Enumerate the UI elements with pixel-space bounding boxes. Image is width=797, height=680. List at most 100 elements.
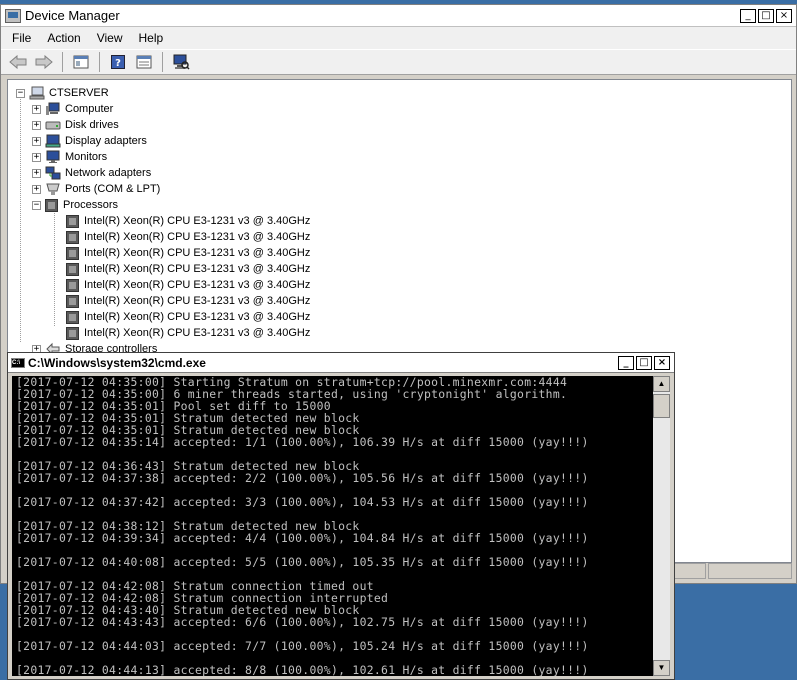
expand-toggle[interactable]: + [32, 184, 41, 194]
cmd-titlebar[interactable]: C:\ C:\Windows\system32\cmd.exe _ □ × [8, 353, 674, 373]
toolbar-separator [62, 52, 63, 72]
console-line: [2017-07-12 04:39:34] accepted: 4/4 (100… [16, 531, 589, 545]
close-button[interactable]: × [776, 9, 792, 23]
back-button[interactable] [7, 52, 29, 72]
scan-hardware-button[interactable] [170, 52, 192, 72]
console-lines: [2017-07-12 04:35:00] Starting Stratum o… [12, 376, 654, 676]
menu-file[interactable]: File [7, 29, 36, 47]
tree-category-processors[interactable]: − Processors [16, 197, 310, 213]
tree-category-display-adapters[interactable]: + Display adapters [16, 133, 310, 149]
console-line: [2017-07-12 04:44:03] accepted: 7/7 (100… [16, 639, 589, 653]
toolbar-separator [162, 52, 163, 72]
tree-item-processor[interactable]: Intel(R) Xeon(R) CPU E3-1231 v3 @ 3.40GH… [16, 277, 310, 293]
menu-bar: File Action View Help [1, 27, 796, 49]
expand-toggle[interactable]: + [32, 136, 41, 146]
computer-icon [46, 102, 60, 115]
console-output[interactable]: [2017-07-12 04:35:00] Starting Stratum o… [12, 376, 654, 676]
minimize-button[interactable]: _ [618, 356, 634, 370]
category-label: Display adapters [65, 135, 147, 147]
device-tree: − CTSERVER + Computer + Disk drives + Di… [16, 85, 310, 357]
menu-view[interactable]: View [92, 29, 128, 47]
tree-category-network-adapters[interactable]: + Network adapters [16, 165, 310, 181]
console-line: [2017-07-12 04:37:38] accepted: 2/2 (100… [16, 471, 589, 485]
console-line: [2017-07-12 04:43:43] accepted: 6/6 (100… [16, 615, 589, 629]
menu-action[interactable]: Action [42, 29, 85, 47]
tree-item-processor[interactable]: Intel(R) Xeon(R) CPU E3-1231 v3 @ 3.40GH… [16, 293, 310, 309]
toolbar: ? [1, 49, 796, 75]
forward-arrow-icon [35, 55, 53, 69]
computer-icon [29, 86, 45, 100]
disk-drive-icon [45, 121, 61, 130]
scroll-up-button[interactable]: ▲ [653, 376, 670, 392]
network-adapter-icon [45, 166, 61, 180]
maximize-button[interactable]: □ [758, 9, 774, 23]
back-arrow-icon [9, 55, 27, 69]
console-line: [2017-07-12 04:40:08] accepted: 5/5 (100… [16, 555, 589, 569]
tree-category-disk-drives[interactable]: + Disk drives [16, 117, 310, 133]
device-manager-titlebar[interactable]: Device Manager _ □ × [1, 5, 796, 27]
collapse-toggle[interactable]: − [32, 200, 41, 210]
console-tree-icon [73, 55, 89, 69]
category-label: Processors [63, 199, 119, 211]
expand-toggle[interactable]: + [32, 152, 41, 162]
console-line: [2017-07-12 04:35:14] accepted: 1/1 (100… [16, 435, 589, 449]
tree-item-processor[interactable]: Intel(R) Xeon(R) CPU E3-1231 v3 @ 3.40GH… [16, 325, 310, 341]
menu-help[interactable]: Help [134, 29, 169, 47]
tree-item-processor[interactable]: Intel(R) Xeon(R) CPU E3-1231 v3 @ 3.40GH… [16, 261, 310, 277]
minimize-button[interactable]: _ [740, 9, 756, 23]
processor-label: Intel(R) Xeon(R) CPU E3-1231 v3 @ 3.40GH… [84, 215, 311, 227]
processor-label: Intel(R) Xeon(R) CPU E3-1231 v3 @ 3.40GH… [84, 327, 311, 339]
category-label: Network adapters [65, 167, 152, 179]
tree-item-processor[interactable]: Intel(R) Xeon(R) CPU E3-1231 v3 @ 3.40GH… [16, 213, 310, 229]
processor-label: Intel(R) Xeon(R) CPU E3-1231 v3 @ 3.40GH… [84, 311, 311, 323]
tree-root-label: CTSERVER [49, 87, 109, 99]
processor-icon [45, 198, 58, 212]
category-label: Monitors [65, 151, 108, 163]
processor-icon [66, 262, 79, 276]
status-cell [674, 563, 706, 579]
collapse-toggle[interactable]: − [16, 88, 25, 98]
expand-toggle[interactable]: + [32, 104, 41, 114]
processor-icon [66, 246, 79, 260]
processor-label: Intel(R) Xeon(R) CPU E3-1231 v3 @ 3.40GH… [84, 279, 311, 291]
properties-view-button[interactable] [133, 52, 155, 72]
svg-text:?: ? [115, 58, 121, 69]
tree-item-processor[interactable]: Intel(R) Xeon(R) CPU E3-1231 v3 @ 3.40GH… [16, 245, 310, 261]
tree-category-computer[interactable]: + Computer [16, 101, 310, 117]
tree-category-ports[interactable]: + Ports (COM & LPT) [16, 181, 310, 197]
tree-category-monitors[interactable]: + Monitors [16, 149, 310, 165]
monitor-icon [46, 150, 60, 163]
window-title: Device Manager [25, 8, 120, 23]
processor-icon [66, 310, 79, 324]
scroll-down-button[interactable]: ▼ [653, 660, 670, 676]
processor-label: Intel(R) Xeon(R) CPU E3-1231 v3 @ 3.40GH… [84, 247, 311, 259]
tree-item-processor[interactable]: Intel(R) Xeon(R) CPU E3-1231 v3 @ 3.40GH… [16, 229, 310, 245]
processor-label: Intel(R) Xeon(R) CPU E3-1231 v3 @ 3.40GH… [84, 263, 311, 275]
console-line: [2017-07-12 04:44:13] accepted: 8/8 (100… [16, 663, 589, 676]
processor-icon [66, 214, 79, 228]
vertical-scrollbar[interactable]: ▲ ▼ [653, 376, 670, 676]
processor-icon [66, 326, 79, 340]
tree-root-ctserver[interactable]: − CTSERVER [16, 85, 310, 101]
properties-icon [136, 55, 152, 69]
category-label: Ports (COM & LPT) [65, 183, 161, 195]
category-label: Computer [65, 103, 114, 115]
expand-toggle[interactable]: + [32, 168, 41, 178]
console-line: [2017-07-12 04:37:42] accepted: 3/3 (100… [16, 495, 589, 509]
processor-icon [66, 294, 79, 308]
status-cell [708, 563, 792, 579]
category-label: Disk drives [65, 119, 119, 131]
maximize-button[interactable]: □ [636, 356, 652, 370]
expand-toggle[interactable]: + [32, 120, 41, 130]
window-controls: _ □ × [618, 356, 670, 370]
close-button[interactable]: × [654, 356, 670, 370]
processor-icon [66, 278, 79, 292]
help-icon: ? [111, 55, 125, 69]
show-hide-console-tree-button[interactable] [70, 52, 92, 72]
toolbar-separator [99, 52, 100, 72]
scroll-thumb[interactable] [653, 394, 670, 418]
tree-item-processor[interactable]: Intel(R) Xeon(R) CPU E3-1231 v3 @ 3.40GH… [16, 309, 310, 325]
forward-button[interactable] [33, 52, 55, 72]
help-button[interactable]: ? [107, 52, 129, 72]
processor-icon [66, 230, 79, 244]
